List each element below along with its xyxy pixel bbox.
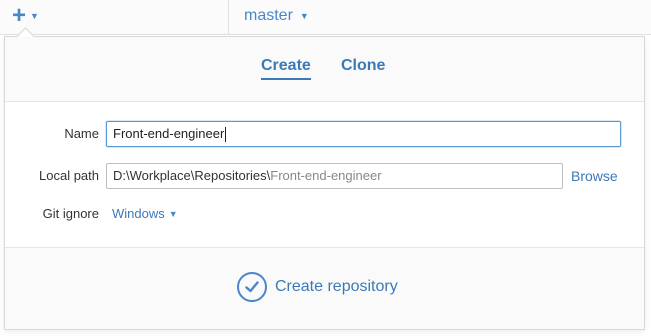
tab-clone[interactable]: Clone (341, 57, 385, 78)
local-path-suffix: Front-end-engineer (270, 168, 382, 183)
tab-create[interactable]: Create (261, 57, 311, 80)
text-cursor (225, 127, 227, 143)
chevron-down-icon: ▼ (30, 11, 39, 21)
create-repository-button[interactable]: Create repository (237, 270, 398, 304)
browse-link[interactable]: Browse (571, 168, 618, 184)
top-toolbar: + ▼ master ▼ (0, 0, 651, 35)
add-repository-popover: Create Clone Name Front-end-engineer Loc… (4, 27, 645, 330)
name-row: Name Front-end-engineer (5, 121, 644, 149)
plus-icon: + (12, 2, 27, 29)
local-path-field[interactable]: D:\Workplace\Repositories\Front-end-engi… (106, 163, 563, 189)
chevron-down-icon: ▼ (299, 11, 309, 21)
name-field[interactable]: Front-end-engineer (106, 121, 621, 147)
local-path-label: Local path (39, 168, 99, 183)
git-ignore-row: Git ignore Windows ▼ (5, 201, 644, 229)
chevron-down-icon: ▼ (168, 208, 178, 219)
git-ignore-dropdown[interactable]: Windows ▼ (112, 206, 178, 221)
add-repository-button[interactable]: + ▼ (12, 2, 39, 29)
git-ignore-value: Windows (112, 206, 165, 221)
local-path-row: Local path D:\Workplace\Repositories\Fro… (5, 163, 644, 191)
checkmark-circle-icon (237, 272, 267, 302)
local-path-prefix: D:\Workplace\Repositories\ (113, 168, 271, 183)
toolbar-divider (228, 0, 229, 34)
git-ignore-label: Git ignore (42, 206, 99, 221)
create-repository-label: Create repository (275, 278, 398, 295)
name-value: Front-end-engineer (113, 126, 225, 141)
name-label: Name (64, 126, 99, 141)
tab-bar: Create Clone (5, 37, 644, 102)
popover-footer: Create repository (5, 247, 644, 329)
branch-selector[interactable]: master ▼ (244, 6, 309, 26)
branch-label: master (244, 7, 293, 24)
